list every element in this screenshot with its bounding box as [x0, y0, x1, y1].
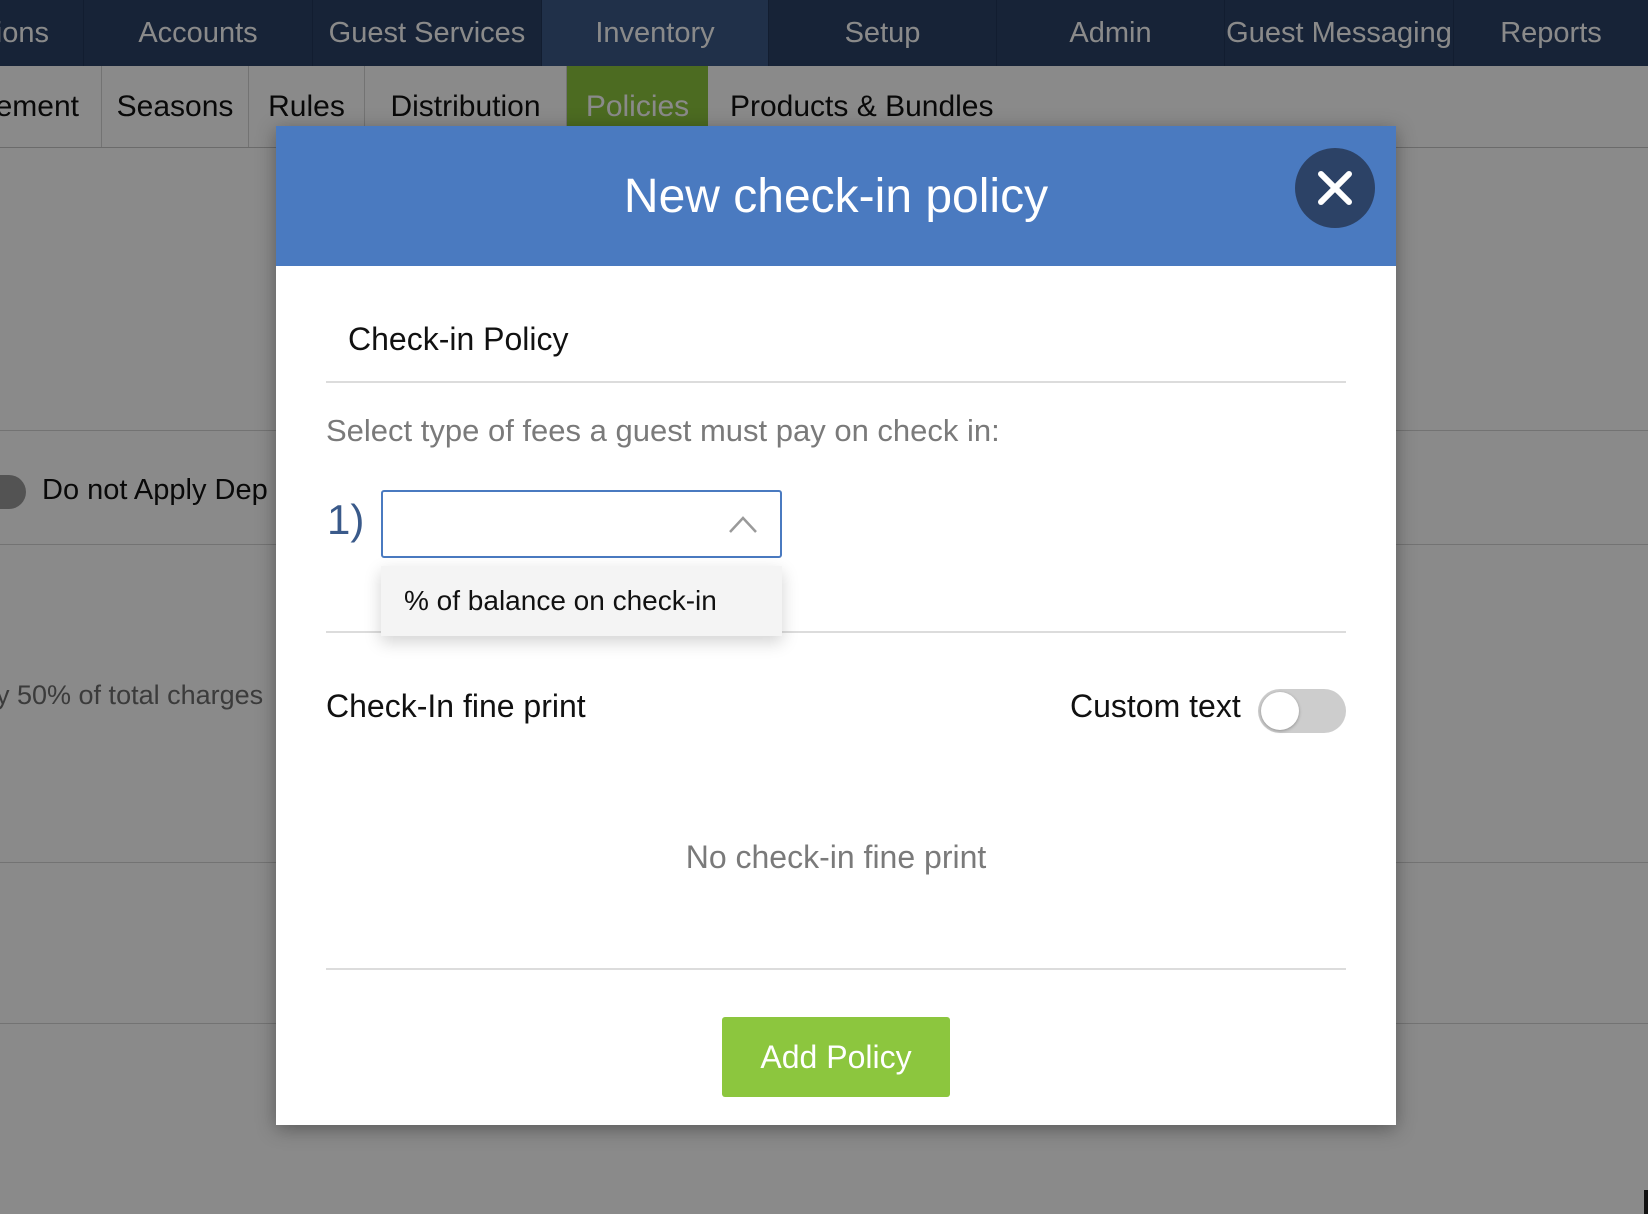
dropdown-option-balance-percent[interactable]: % of balance on check-in	[381, 566, 782, 636]
toggle-knob	[1261, 692, 1299, 730]
dialog-title: New check-in policy	[623, 169, 1049, 223]
section-title: Check-in Policy	[348, 321, 569, 357]
chevron-up-icon	[729, 516, 757, 533]
fine-print-title: Check-In fine print	[326, 688, 586, 724]
custom-text-toggle[interactable]	[1258, 689, 1346, 733]
new-check-in-policy-dialog: New check-in policy Check-in Policy Sele…	[276, 126, 1396, 1125]
section-divider	[326, 968, 1346, 970]
section-divider	[326, 381, 1346, 383]
fee-index-label: 1)	[327, 496, 365, 543]
custom-text-label: Custom text	[1070, 688, 1241, 724]
add-policy-button[interactable]: Add Policy	[722, 1017, 950, 1097]
fee-type-select[interactable]	[381, 490, 782, 558]
close-icon	[1318, 171, 1352, 205]
close-button[interactable]	[1295, 148, 1375, 228]
fee-type-prompt: Select type of fees a guest must pay on …	[326, 413, 1000, 448]
fee-type-dropdown: % of balance on check-in	[381, 566, 782, 636]
fine-print-empty-message: No check-in fine print	[685, 839, 987, 875]
